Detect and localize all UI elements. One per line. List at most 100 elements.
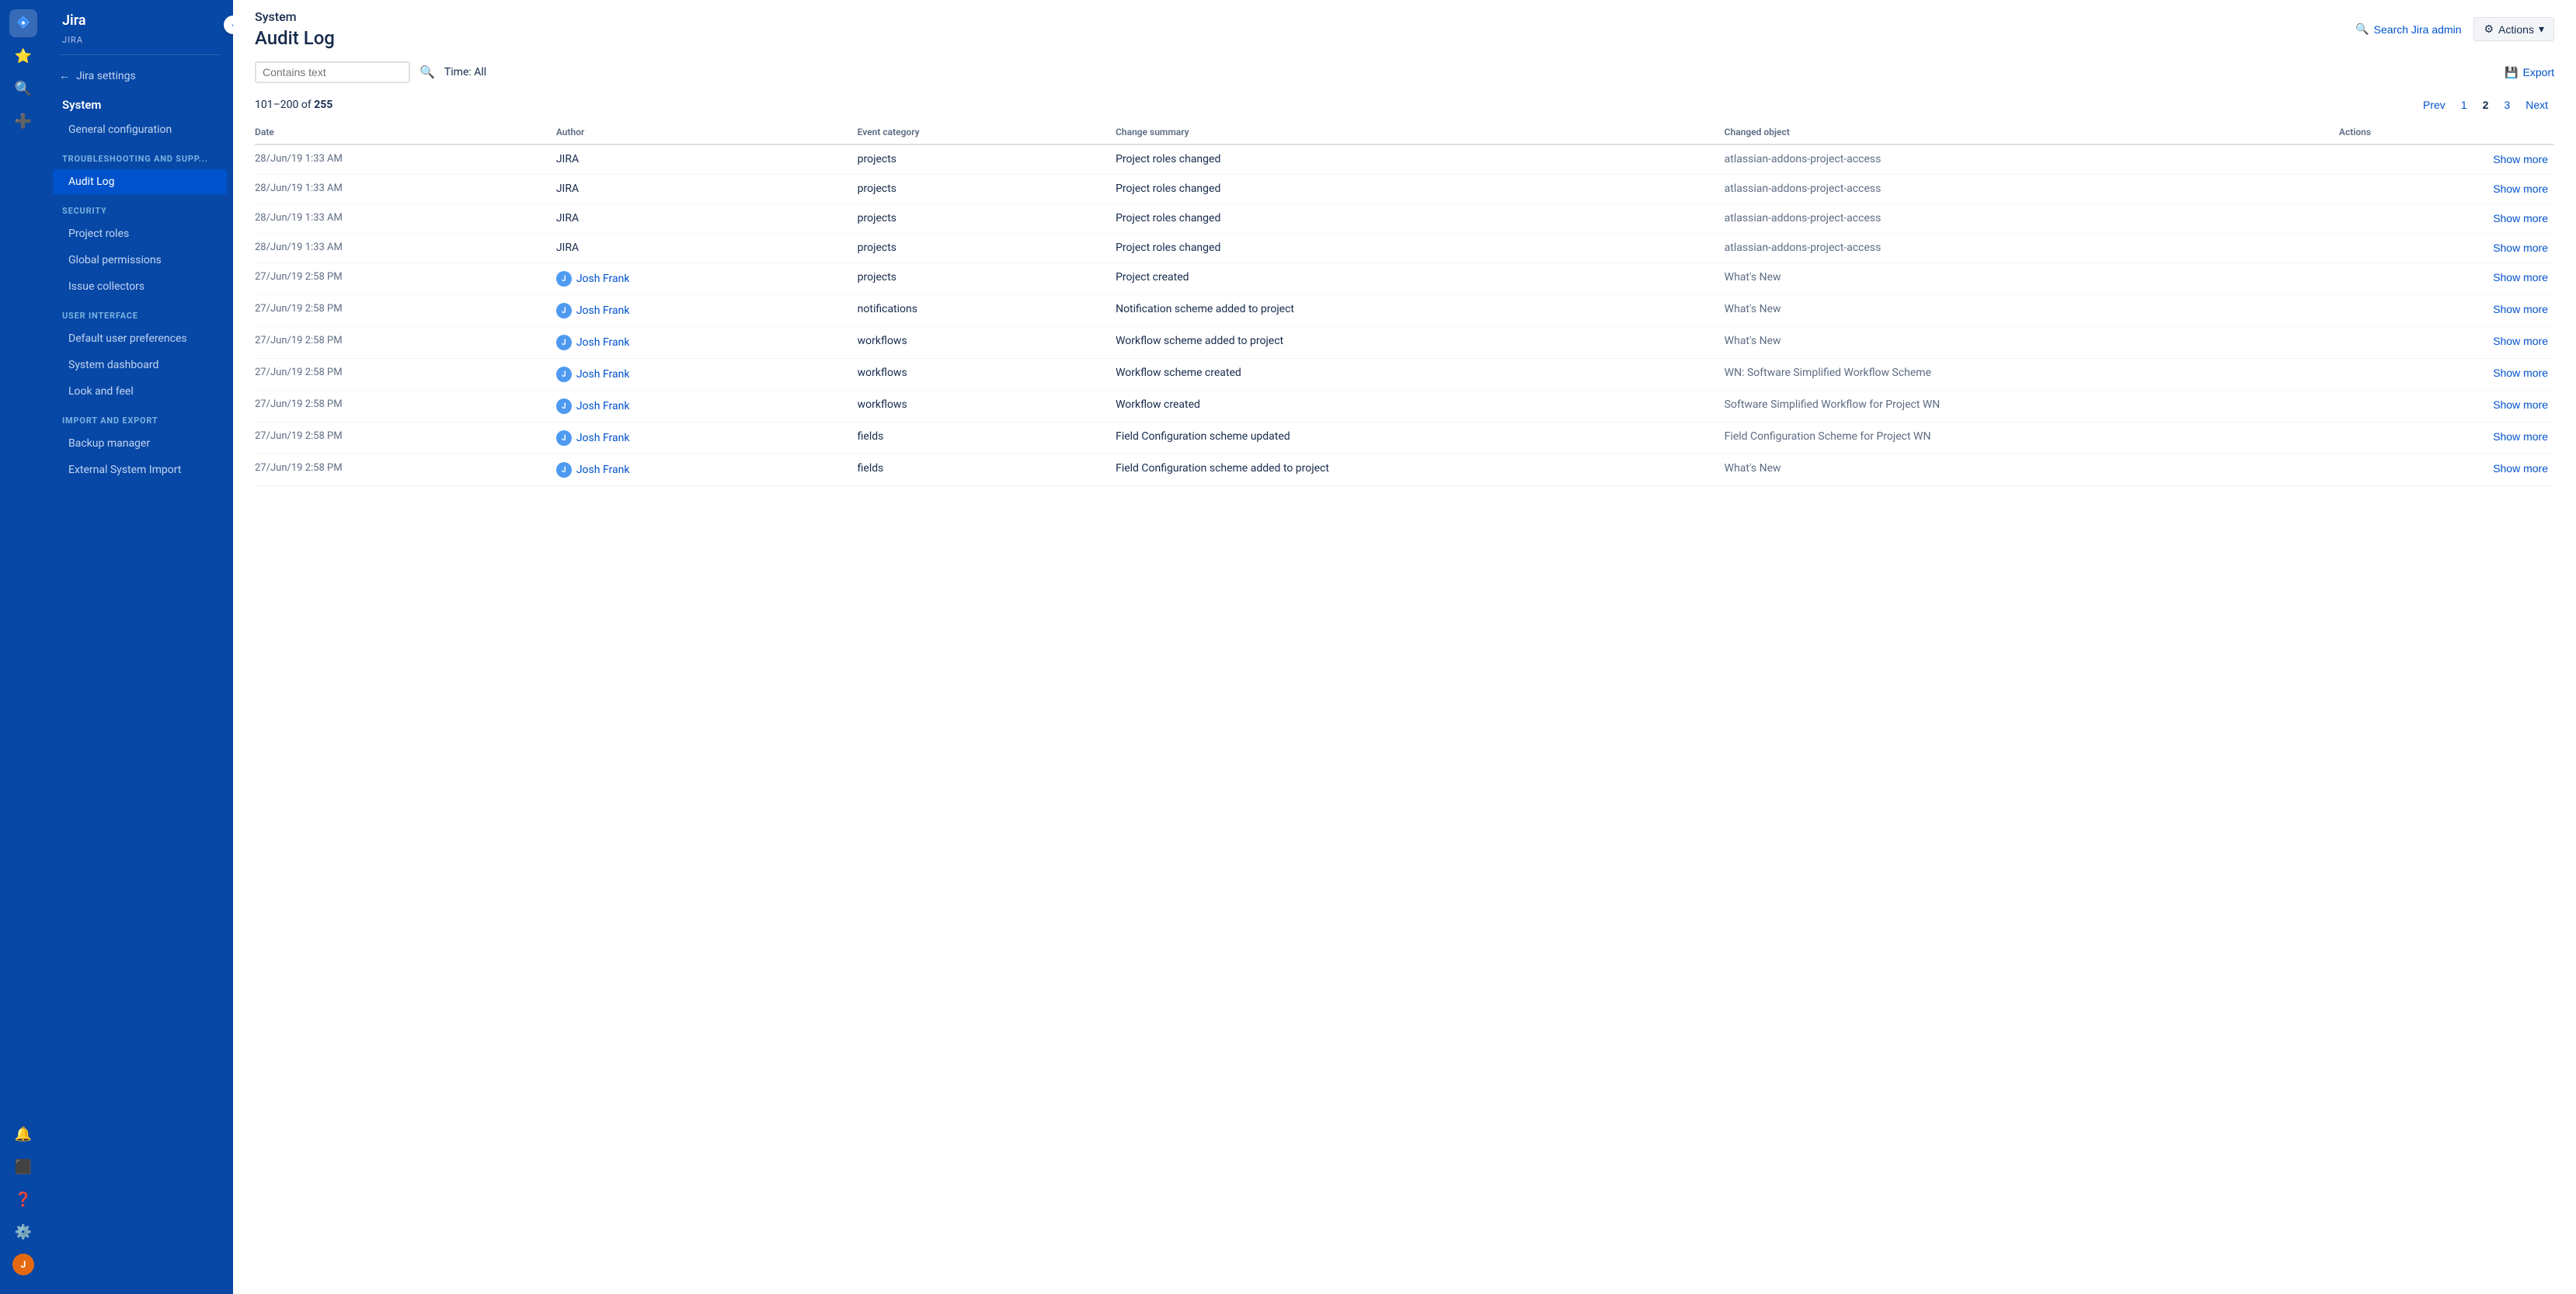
export-label: Export [2523, 66, 2554, 78]
show-more-button[interactable]: Show more [2493, 303, 2548, 315]
sidebar-section-user-interface: USER INTERFACE [47, 300, 233, 325]
table-row: 28/Jun/19 1:33 AMJIRAprojectsProject rol… [255, 234, 2554, 263]
sidebar-item-label: General configuration [68, 123, 172, 136]
cell-summary: Project roles changed [1116, 144, 1725, 175]
sidebar-section-import-export: IMPORT AND EXPORT [47, 405, 233, 430]
sidebar-section-security: SECURITY [47, 195, 233, 221]
cell-category: workflows [858, 327, 1116, 359]
cell-category: fields [858, 454, 1116, 486]
search-icon[interactable]: 🔍 [9, 75, 37, 103]
author-link[interactable]: JJosh Frank [556, 271, 851, 287]
cell-summary: Workflow scheme created [1116, 359, 1725, 391]
page-2-button: 2 [2477, 96, 2495, 114]
cell-summary: Field Configuration scheme updated [1116, 423, 1725, 454]
help-icon[interactable]: ❓ [9, 1185, 37, 1213]
author-link[interactable]: JJosh Frank [556, 430, 851, 446]
search-submit-button[interactable]: 🔍 [419, 64, 435, 80]
cell-changed-object: atlassian-addons-project-access [1725, 234, 2339, 263]
show-more-button[interactable]: Show more [2493, 398, 2548, 411]
show-more-button[interactable]: Show more [2493, 335, 2548, 347]
back-to-jira-settings[interactable]: ← Jira settings [47, 61, 233, 90]
sidebar-item-label: External System Import [68, 464, 181, 476]
table-row: 28/Jun/19 1:33 AMJIRAprojectsProject rol… [255, 175, 2554, 204]
main-content: System Audit Log 🔍 Search Jira admin ⚙ A… [233, 0, 2576, 1294]
cell-changed-object: What's New [1725, 454, 2339, 486]
show-more-button[interactable]: Show more [2493, 430, 2548, 443]
sidebar-item-external-system-import[interactable]: External System Import [53, 457, 227, 482]
cell-date: 28/Jun/19 1:33 AM [255, 175, 556, 204]
show-more-button[interactable]: Show more [2493, 183, 2548, 195]
sidebar-item-general-configuration[interactable]: General configuration [53, 117, 227, 142]
sidebar-item-global-permissions[interactable]: Global permissions [53, 248, 227, 273]
notifications-icon[interactable]: 🔔 [9, 1120, 37, 1148]
show-more-button[interactable]: Show more [2493, 271, 2548, 283]
author-link[interactable]: JJosh Frank [556, 462, 851, 478]
sidebar-item-issue-collectors[interactable]: Issue collectors [53, 274, 227, 299]
prev-page-button[interactable]: Prev [2417, 96, 2452, 114]
sidebar-item-default-user-preferences[interactable]: Default user preferences [53, 326, 227, 351]
settings-icon[interactable]: ⚙️ [9, 1218, 37, 1246]
cell-author: JJosh Frank [556, 423, 858, 454]
create-icon[interactable]: ➕ [9, 107, 37, 135]
cell-author: JJosh Frank [556, 454, 858, 486]
nav-icon-bar: ⭐ 🔍 ➕ 🔔 ⬛ ❓ ⚙️ J [0, 0, 47, 1294]
cell-changed-object: What's New [1725, 327, 2339, 359]
export-button[interactable]: 💾 Export [2505, 66, 2554, 79]
top-right-actions: 🔍 Search Jira admin ⚙ Actions ▾ [2355, 17, 2554, 41]
cell-category: projects [858, 144, 1116, 175]
author-link[interactable]: JJosh Frank [556, 303, 851, 318]
time-filter[interactable]: Time: All [444, 66, 486, 78]
show-more-button[interactable]: Show more [2493, 367, 2548, 379]
filter-bar: 🔍 Time: All 💾 Export [233, 49, 2576, 92]
cell-date: 28/Jun/19 1:33 AM [255, 144, 556, 175]
sidebar-item-project-roles[interactable]: Project roles [53, 221, 227, 246]
cell-actions: Show more [2339, 144, 2554, 175]
sidebar-item-system-dashboard[interactable]: System dashboard [53, 353, 227, 377]
show-more-button[interactable]: Show more [2493, 153, 2548, 165]
cell-actions: Show more [2339, 391, 2554, 423]
page-1-button[interactable]: 1 [2455, 96, 2473, 114]
author-link[interactable]: JJosh Frank [556, 398, 851, 414]
back-arrow-icon: ← [59, 69, 70, 82]
show-more-button[interactable]: Show more [2493, 242, 2548, 254]
sidebar-item-label: System dashboard [68, 359, 158, 371]
sidebar-item-audit-log[interactable]: Audit Log [53, 169, 227, 194]
search-jira-admin-button[interactable]: 🔍 Search Jira admin [2355, 23, 2461, 36]
table-body: 28/Jun/19 1:33 AMJIRAprojectsProject rol… [255, 144, 2554, 486]
pagination-bar: 101–200 of 255 Prev 1 2 3 Next [233, 92, 2576, 120]
sidebar-item-backup-manager[interactable]: Backup manager [53, 431, 227, 456]
author-system: JIRA [556, 183, 579, 195]
cell-summary: Workflow created [1116, 391, 1725, 423]
sidebar-item-label: Default user preferences [68, 332, 187, 345]
cell-category: projects [858, 204, 1116, 234]
starred-icon[interactable]: ⭐ [9, 42, 37, 70]
cell-changed-object: What's New [1725, 263, 2339, 295]
cell-author: JJosh Frank [556, 263, 858, 295]
total-count: of 255 [301, 99, 332, 111]
cell-summary: Project roles changed [1116, 234, 1725, 263]
cell-category: projects [858, 234, 1116, 263]
cell-summary: Project created [1116, 263, 1725, 295]
sidebar-logo-area: Jira [47, 0, 233, 35]
avatar: J [556, 335, 572, 350]
cell-author: JIRA [556, 144, 858, 175]
author-link[interactable]: JJosh Frank [556, 367, 851, 382]
show-more-button[interactable]: Show more [2493, 462, 2548, 475]
sidebar-item-label: Look and feel [68, 385, 134, 398]
next-page-button[interactable]: Next [2519, 96, 2554, 114]
chevron-down-icon: ▾ [2539, 23, 2544, 36]
cell-changed-object: What's New [1725, 295, 2339, 327]
jira-logo-icon[interactable] [9, 9, 37, 37]
author-link[interactable]: JJosh Frank [556, 335, 851, 350]
contains-text-input[interactable] [263, 66, 402, 78]
cell-date: 28/Jun/19 1:33 AM [255, 234, 556, 263]
table-row: 28/Jun/19 1:33 AMJIRAprojectsProject rol… [255, 144, 2554, 175]
apps-icon[interactable]: ⬛ [9, 1153, 37, 1181]
column-header-actions: Actions [2339, 120, 2554, 144]
page-3-button[interactable]: 3 [2498, 96, 2516, 114]
user-avatar-icon[interactable]: J [9, 1251, 37, 1278]
actions-dropdown-button[interactable]: ⚙ Actions ▾ [2473, 17, 2554, 41]
table-row: 28/Jun/19 1:33 AMJIRAprojectsProject rol… [255, 204, 2554, 234]
sidebar-item-look-and-feel[interactable]: Look and feel [53, 379, 227, 404]
show-more-button[interactable]: Show more [2493, 212, 2548, 224]
